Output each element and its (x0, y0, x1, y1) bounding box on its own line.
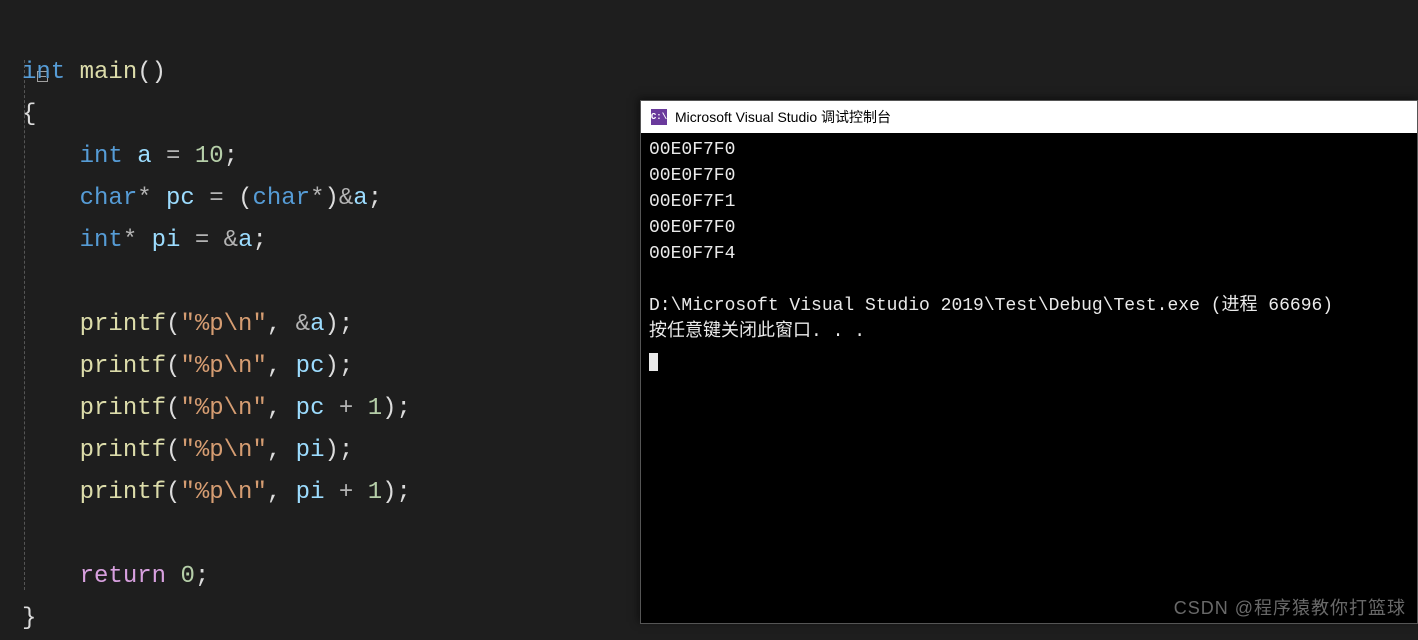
punct-semi: ; (339, 353, 353, 380)
console-title: Microsoft Visual Studio 调试控制台 (675, 107, 891, 127)
punct-comma: , (267, 479, 281, 506)
punct-semi: ; (339, 437, 353, 464)
keyword-int: int (80, 143, 123, 170)
console-line: 00E0F7F0 (649, 166, 735, 186)
punct-lbrace: { (22, 101, 36, 128)
punct-lparen: ( (166, 311, 180, 338)
watermark-text: CSDN @程序猿教你打篮球 (1174, 594, 1406, 620)
punct-rparen: ) (324, 185, 338, 212)
indent (22, 395, 80, 422)
op-eq: = (195, 227, 209, 254)
punct-lparen: ( (166, 479, 180, 506)
indent (22, 227, 80, 254)
identifier-pc: pc (296, 395, 325, 422)
indent (22, 353, 80, 380)
punct-comma: , (267, 311, 281, 338)
identifier-pi: pi (152, 227, 181, 254)
op-amp: & (296, 311, 310, 338)
identifier-pi: pi (296, 437, 325, 464)
identifier-main: main (80, 59, 138, 86)
punct-rparen: ) (152, 59, 166, 86)
number-0: 0 (180, 563, 194, 590)
op-star: * (137, 185, 151, 212)
console-output[interactable]: 00E0F7F0 00E0F7F0 00E0F7F1 00E0F7F0 00E0… (641, 133, 1417, 375)
indent (22, 185, 80, 212)
punct-lparen: ( (166, 353, 180, 380)
call-printf: printf (80, 353, 166, 380)
identifier-pc: pc (296, 353, 325, 380)
punct-lparen: ( (166, 395, 180, 422)
string-fmt: "%p\n" (180, 437, 266, 464)
code-area[interactable]: int main() { int a = 10; char* pc = (cha… (22, 10, 411, 640)
indent (22, 479, 80, 506)
call-printf: printf (80, 311, 166, 338)
punct-semi: ; (224, 143, 238, 170)
punct-rbrace: } (22, 605, 36, 632)
punct-lparen: ( (137, 59, 151, 86)
punct-rparen: ) (324, 437, 338, 464)
punct-semi: ; (368, 185, 382, 212)
op-amp: & (339, 185, 353, 212)
vs-console-icon: C:\ (651, 109, 667, 125)
op-star: * (123, 227, 137, 254)
call-printf: printf (80, 437, 166, 464)
op-star: * (310, 185, 324, 212)
identifier-a: a (137, 143, 151, 170)
number-1: 1 (368, 395, 382, 422)
punct-rparen: ) (382, 395, 396, 422)
console-line: 00E0F7F0 (649, 218, 735, 238)
console-line: 00E0F7F0 (649, 140, 735, 160)
punct-semi: ; (195, 563, 209, 590)
indent (22, 563, 80, 590)
string-fmt: "%p\n" (180, 479, 266, 506)
identifier-a: a (238, 227, 252, 254)
op-eq: = (209, 185, 223, 212)
punct-semi: ; (397, 479, 411, 506)
call-printf: printf (80, 479, 166, 506)
op-plus: + (339, 479, 353, 506)
punct-comma: , (267, 353, 281, 380)
punct-semi: ; (397, 395, 411, 422)
indent (22, 437, 80, 464)
punct-lparen: ( (166, 437, 180, 464)
punct-semi: ; (339, 311, 353, 338)
op-plus: + (339, 395, 353, 422)
string-fmt: "%p\n" (180, 311, 266, 338)
punct-rparen: ) (324, 311, 338, 338)
punct-rparen: ) (382, 479, 396, 506)
keyword-int: int (80, 227, 123, 254)
debug-console-window[interactable]: C:\ Microsoft Visual Studio 调试控制台 00E0F7… (640, 100, 1418, 624)
string-fmt: "%p\n" (180, 353, 266, 380)
keyword-char: char (252, 185, 310, 212)
number-1: 1 (368, 479, 382, 506)
identifier-a: a (310, 311, 324, 338)
console-line: 00E0F7F4 (649, 244, 735, 264)
punct-comma: , (267, 395, 281, 422)
indent (22, 143, 80, 170)
identifier-pi: pi (296, 479, 325, 506)
punct-rparen: ) (324, 353, 338, 380)
keyword-char: char (80, 185, 138, 212)
console-line: 按任意键关闭此窗口. . . (649, 322, 865, 342)
call-printf: printf (80, 395, 166, 422)
identifier-pc: pc (166, 185, 195, 212)
punct-comma: , (267, 437, 281, 464)
number-10: 10 (195, 143, 224, 170)
string-fmt: "%p\n" (180, 395, 266, 422)
op-eq: = (166, 143, 180, 170)
console-line: D:\Microsoft Visual Studio 2019\Test\Deb… (649, 296, 1333, 316)
identifier-a: a (353, 185, 367, 212)
punct-lparen: ( (238, 185, 252, 212)
op-amp: & (224, 227, 238, 254)
keyword-return: return (80, 563, 166, 590)
fold-gutter[interactable] (0, 10, 20, 136)
console-cursor (649, 353, 658, 371)
keyword-int: int (22, 59, 65, 86)
indent (22, 311, 80, 338)
console-titlebar[interactable]: C:\ Microsoft Visual Studio 调试控制台 (641, 101, 1417, 133)
console-line: 00E0F7F1 (649, 192, 735, 212)
punct-semi: ; (252, 227, 266, 254)
